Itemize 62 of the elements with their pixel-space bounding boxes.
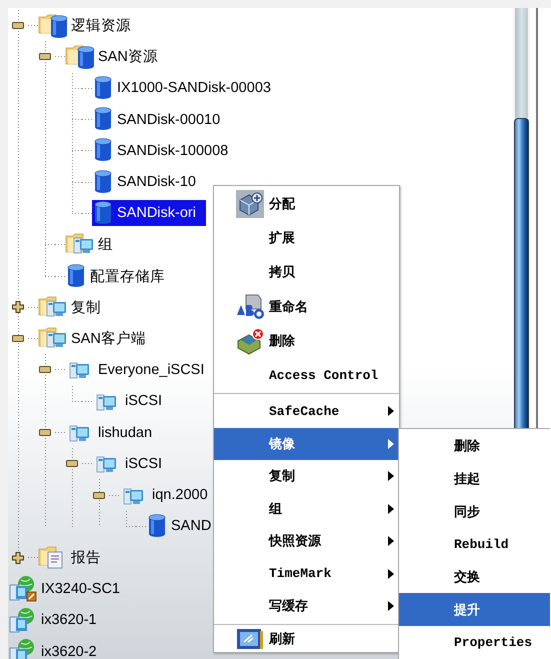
minus-icon[interactable] — [39, 53, 51, 60]
database-icon — [92, 200, 114, 227]
folder-database-icon — [65, 43, 95, 70]
tree-item[interactable]: ix3620-2 — [8, 638, 99, 659]
menu-item[interactable]: Access Control — [214, 358, 399, 392]
box-delete-icon — [236, 326, 264, 355]
menu-item[interactable]: 镜像 — [214, 428, 399, 460]
menu-item[interactable]: 交换 — [399, 560, 550, 594]
database-icon — [65, 262, 87, 290]
minus-icon[interactable] — [12, 335, 24, 342]
database-icon — [146, 512, 168, 540]
menu-item[interactable]: 同步 — [399, 495, 550, 528]
plus-icon[interactable] — [12, 552, 24, 564]
minus-icon[interactable] — [93, 492, 105, 499]
tree-item[interactable]: ix3620-1 — [8, 607, 99, 634]
menu-item[interactable]: 删除 — [214, 324, 399, 358]
menu-item[interactable]: 组 — [214, 492, 399, 526]
tree-item[interactable]: 逻辑资源 — [38, 12, 133, 39]
tree-item[interactable]: iqn.2000 — [119, 482, 210, 508]
menu-item[interactable]: 写缓存 — [214, 590, 399, 623]
tree-item[interactable]: Everyone_iSCSI — [65, 356, 206, 383]
menu-item[interactable]: 拷贝 — [214, 255, 399, 290]
folder-database-icon — [38, 12, 68, 40]
tree-item[interactable]: SAN资源 — [65, 44, 160, 70]
minus-icon[interactable] — [39, 366, 51, 374]
tree-item[interactable]: 复制 — [38, 294, 103, 320]
menu-item[interactable]: 扩展 — [214, 221, 399, 256]
menu-item[interactable]: 重命名 — [214, 290, 399, 324]
menu-item[interactable]: 删除 — [399, 430, 550, 463]
menu-item[interactable]: SafeCache — [214, 395, 399, 428]
minus-icon[interactable] — [39, 429, 51, 436]
tree-item[interactable]: iSCSI — [92, 450, 164, 477]
minus-icon[interactable] — [12, 22, 24, 30]
tree-item[interactable]: IX3240-SC1 — [8, 576, 122, 602]
menu-item[interactable]: Properties — [399, 626, 550, 659]
cube-plus-icon — [236, 190, 264, 218]
database-icon — [92, 74, 114, 102]
tree-item[interactable]: 组 — [65, 232, 115, 258]
minus-icon[interactable] — [66, 460, 78, 468]
menu-item[interactable]: 挂起 — [399, 462, 550, 496]
database-icon — [92, 168, 114, 196]
menu-item[interactable]: Rebuild — [399, 528, 550, 561]
plus-icon[interactable] — [12, 301, 24, 314]
menu-item[interactable]: 刷新 — [214, 626, 399, 652]
menu-item[interactable]: 快照资源 — [214, 525, 399, 558]
globe-server-warning-icon — [8, 575, 38, 602]
tree-item[interactable]: IX1000-SANDisk-00003 — [92, 75, 273, 102]
tree-item[interactable]: 配置存储库 — [65, 263, 167, 290]
tree-item[interactable]: lishudan — [65, 420, 154, 446]
tree-item[interactable]: SANDisk-00010 — [92, 106, 222, 133]
menu-item[interactable]: 提升 — [399, 593, 550, 626]
menu-item[interactable]: 复制 — [214, 460, 399, 493]
tree-item[interactable]: iSCSI — [92, 388, 164, 414]
tree-item[interactable]: 报告 — [38, 544, 103, 571]
menu-item[interactable]: TimeMark — [214, 558, 399, 590]
tree-item[interactable]: SANDisk-10 — [92, 169, 198, 196]
tree-item[interactable]: SAND — [146, 513, 214, 540]
menu-item[interactable]: 分配 — [214, 187, 399, 222]
tree-item[interactable]: SAN客户端 — [38, 326, 148, 352]
tree-item[interactable]: SANDisk-100008 — [92, 138, 230, 164]
shapes-icon — [236, 292, 264, 321]
tree-item[interactable]: SANDisk-ori — [92, 200, 206, 226]
